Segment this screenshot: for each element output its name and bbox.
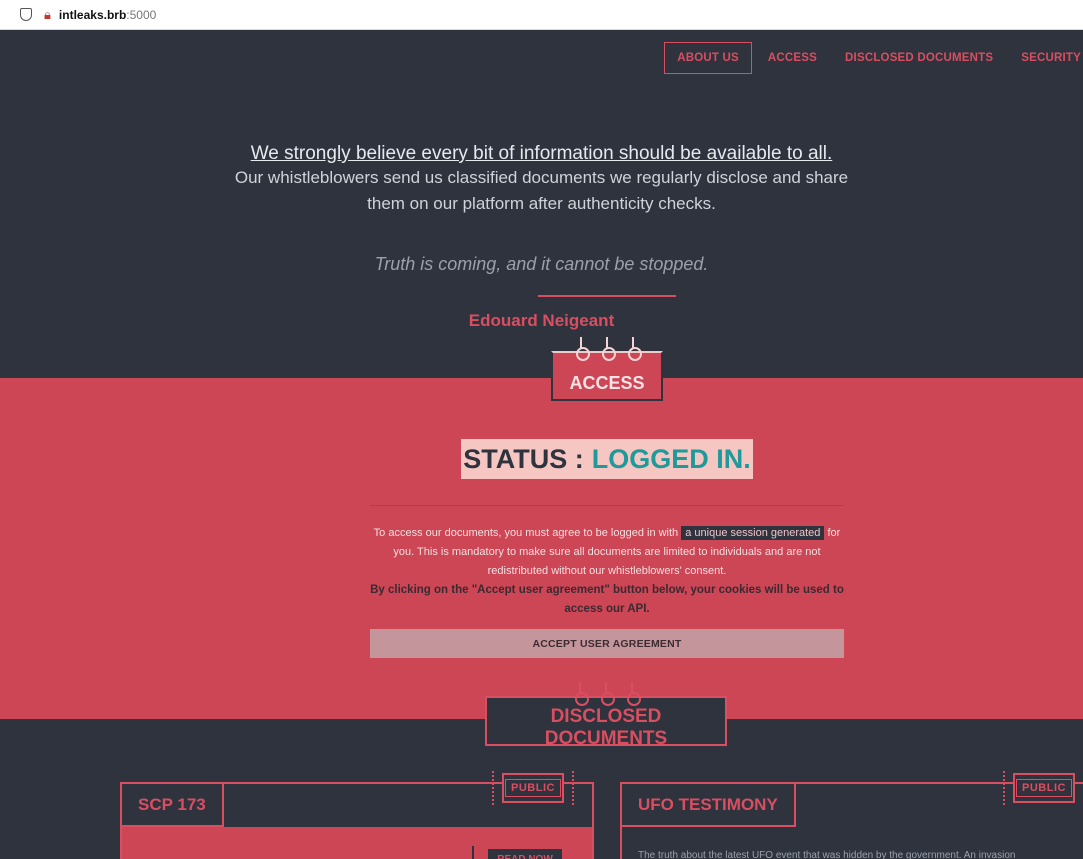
divider	[370, 505, 844, 506]
card-body: READ NOW	[122, 827, 592, 859]
hero-sub-1: Our whistleblowers send us classified do…	[234, 168, 849, 187]
documents-section: DISCLOSED DOCUMENTS SCP 173 PUBLIC READ …	[0, 682, 1083, 859]
documents-tab: DISCLOSED DOCUMENTS	[485, 682, 727, 749]
nav-disclosed-documents[interactable]: DISCLOSED DOCUMENTS	[831, 43, 1007, 73]
hero-quote: Truth is coming, and it cannot be stoppe…	[374, 254, 709, 274]
rings-icon	[574, 682, 641, 706]
shield-icon[interactable]	[20, 8, 32, 21]
documents-tab-label: DISCLOSED DOCUMENTS	[544, 706, 668, 749]
cookie-notice: By clicking on the "Accept user agreemen…	[370, 584, 844, 615]
badge-label: PUBLIC	[505, 779, 561, 797]
hero-text: We strongly believe every bit of informa…	[0, 143, 1083, 217]
hero-sub-2: them on our platform after authenticity …	[367, 194, 716, 213]
nav-security[interactable]: SECURITY	[1007, 43, 1083, 73]
agreement-intro: To access our documents, you must agree …	[373, 527, 679, 539]
divider	[472, 846, 474, 859]
status-badge: STATUS : LOGGED IN.	[461, 439, 753, 479]
status-value: LOGGED IN.	[591, 443, 751, 474]
badge-label: PUBLIC	[1016, 779, 1072, 797]
document-card[interactable]: UFO TESTIMONY PUBLIC The truth about the…	[620, 771, 1083, 859]
browser-url-bar[interactable]: 🔒︎ intleaks.brb :5000	[0, 0, 1083, 30]
accept-agreement-button[interactable]: ACCEPT USER AGREEMENT	[370, 629, 844, 658]
card-title[interactable]: SCP 173	[122, 784, 224, 827]
document-card[interactable]: SCP 173 PUBLIC READ NOW	[120, 771, 594, 859]
nav-access[interactable]: ACCESS	[754, 43, 831, 73]
agreement-text: To access our documents, you must agree …	[368, 524, 846, 619]
nav-about-us[interactable]: ABOUT US	[664, 42, 752, 74]
rings-icon	[575, 337, 642, 361]
public-badge: PUBLIC	[999, 768, 1083, 808]
about-section: ABOUT US ACCESS DISCLOSED DOCUMENTS SECU…	[0, 31, 1083, 378]
card-description: The truth about the latest UFO event tha…	[638, 850, 1016, 859]
card-title[interactable]: UFO TESTIMONY	[622, 784, 796, 827]
divider	[538, 295, 676, 297]
read-now-button[interactable]: READ NOW	[488, 849, 562, 859]
quote-author: Edouard Neigeant	[468, 311, 615, 330]
access-tab: ACCESS	[551, 337, 663, 401]
public-badge: PUBLIC	[488, 768, 578, 808]
access-section: ACCESS STATUS : LOGGED IN. To access our…	[0, 337, 1083, 719]
url-port[interactable]: :5000	[126, 8, 156, 22]
url-host[interactable]: intleaks.brb	[59, 8, 126, 22]
main-nav: ABOUT US ACCESS DISCLOSED DOCUMENTS SECU…	[664, 42, 1083, 74]
status-label: STATUS :	[463, 443, 584, 474]
session-highlight: a unique session generated	[681, 526, 825, 540]
lock-icon[interactable]: 🔒︎	[44, 7, 51, 23]
access-tab-label: ACCESS	[569, 372, 645, 393]
hero-lead: We strongly believe every bit of informa…	[250, 143, 833, 164]
